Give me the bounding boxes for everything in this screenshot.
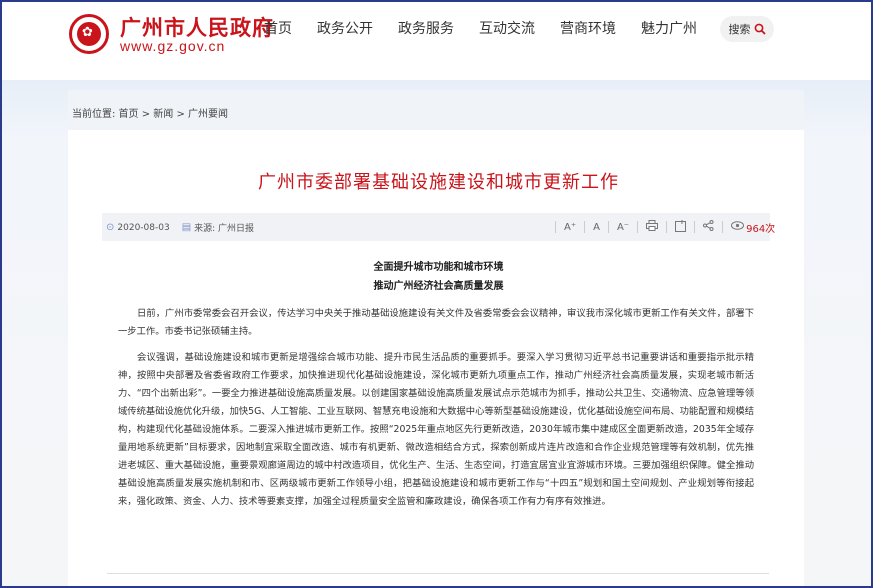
publish-date: 2020-08-03 — [117, 222, 170, 233]
article-subtitle-2: 推动广州经济社会高质量发展 — [373, 281, 504, 292]
print-icon[interactable] — [646, 220, 659, 234]
font-decrease-button[interactable]: A⁻ — [617, 222, 629, 233]
flower-icon: ✿ — [82, 25, 93, 40]
search-label: 搜索 — [728, 23, 751, 36]
document-icon: ▤ — [181, 222, 192, 233]
article-subtitle-1: 全面提升城市功能和城市环境 — [373, 262, 504, 273]
share-icon[interactable] — [703, 220, 714, 234]
clock-icon: ⊙ — [106, 222, 115, 233]
bookmark-icon[interactable] — [675, 219, 687, 235]
nav-item-gov-affairs[interactable]: 政务公开 — [317, 16, 373, 42]
article-paragraph-2: 会议强调，基础设施建设和城市更新是增强综合城市功能、提升市民生活品质的重要抓手。… — [118, 352, 755, 507]
nav-item-home[interactable]: 首页 — [264, 16, 292, 42]
font-reset-button[interactable]: A — [593, 222, 600, 233]
site-url[interactable]: www.gz.gov.cn — [120, 38, 225, 54]
main-nav: 首页 政务公开 政务服务 互动交流 营商环境 魅力广州 — [264, 16, 722, 42]
view-count: 964次 — [746, 223, 776, 235]
divider — [107, 573, 769, 574]
article-toolbar: A⁺ A A⁻ 964次 — [547, 216, 775, 238]
gov-emblem-icon[interactable]: ✿ — [69, 14, 109, 54]
nav-item-interaction[interactable]: 互动交流 — [479, 16, 535, 42]
nav-item-business[interactable]: 营商环境 — [560, 16, 616, 42]
search-icon — [754, 23, 766, 35]
article-title: 广州市委部署基础设施建设和城市更新工作 — [258, 172, 619, 193]
article-meta: ⊙ 2020-08-03 ▤ 来源: 广州日报 — [106, 221, 254, 234]
browser-frame: ✿ 广州市人民政府 www.gz.gov.cn 首页 政务公开 政务服务 互动交… — [0, 0, 873, 588]
article-paragraph-1: 日前，广州市委常委会召开会议，传达学习中央关于推动基础设施建设有关文件及省委常委… — [118, 308, 754, 337]
breadcrumb[interactable]: 当前位置: 首页 > 新闻 > 广州要闻 — [72, 105, 228, 120]
nav-item-gov-services[interactable]: 政务服务 — [398, 16, 454, 42]
article-source: 来源: 广州日报 — [194, 224, 255, 234]
search-button[interactable]: 搜索 — [720, 16, 774, 42]
font-increase-button[interactable]: A⁺ — [564, 222, 576, 233]
nav-item-charm[interactable]: 魅力广州 — [641, 16, 697, 42]
eye-icon — [731, 221, 745, 233]
site-header: ✿ 广州市人民政府 www.gz.gov.cn 首页 政务公开 政务服务 互动交… — [2, 2, 871, 80]
